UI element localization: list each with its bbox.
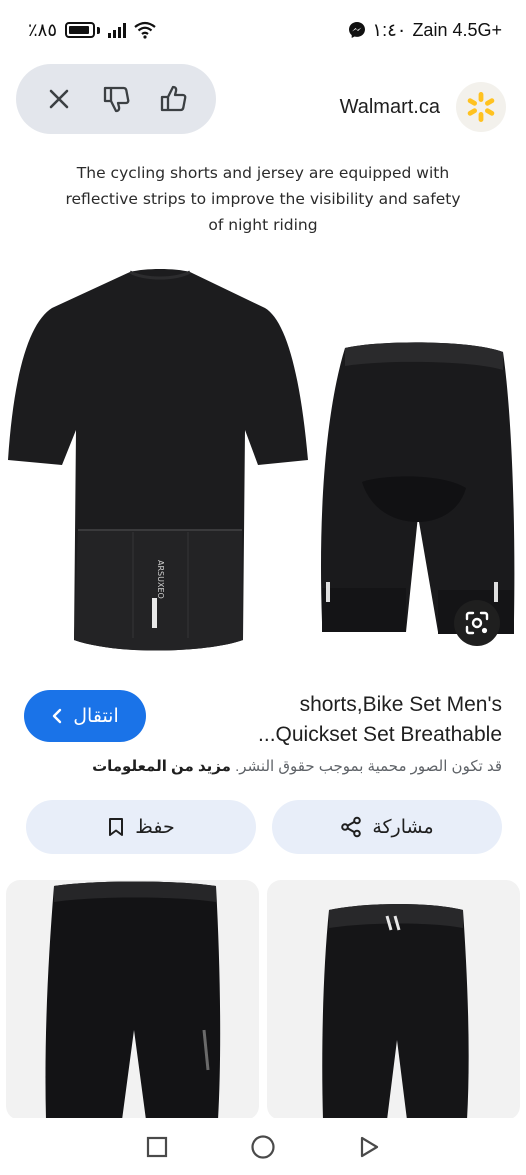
copyright-notice: قد تكون الصور محمية بموجب حقوق النشر. مز… bbox=[24, 757, 502, 775]
title-line-1: shorts,Bike Set Men's bbox=[299, 693, 502, 716]
share-label: مشاركة bbox=[372, 816, 434, 838]
signal-icon bbox=[108, 22, 127, 38]
carrier: Zain 4.5G+ bbox=[412, 19, 502, 40]
clock: ١:٤٠ bbox=[372, 19, 407, 40]
image-caption: The cycling shorts and jersey are equipp… bbox=[65, 164, 461, 234]
square-nav-icon[interactable] bbox=[146, 1136, 168, 1158]
product-title[interactable]: shorts,Bike Set Men's ...Quickset Set Br… bbox=[172, 690, 502, 750]
close-button[interactable] bbox=[43, 83, 75, 115]
lens-search-icon bbox=[465, 611, 489, 635]
source-site[interactable]: Walmart.ca bbox=[340, 82, 506, 132]
status-right: ١:٤٠ Zain 4.5G+ bbox=[348, 20, 502, 41]
save-button[interactable]: حفظ bbox=[26, 800, 256, 854]
save-label: حفظ bbox=[135, 816, 175, 838]
shorts-graphic bbox=[320, 342, 515, 634]
related-shorts-graphic-1 bbox=[45, 881, 221, 1120]
status-bar: ٪٨٥ ١:٤٠ Zain 4.5G+ bbox=[0, 0, 526, 60]
battery-tip bbox=[97, 26, 101, 34]
more-info-link[interactable]: مزيد من المعلومات bbox=[92, 758, 231, 775]
title-line-2: ...Quickset Set Breathable bbox=[258, 723, 502, 746]
product-image[interactable]: ARSUXEO bbox=[0, 260, 526, 670]
triangle-nav-icon[interactable] bbox=[358, 1136, 380, 1158]
share-button[interactable]: مشاركة bbox=[272, 800, 502, 854]
battery-icon bbox=[65, 22, 96, 38]
jersey-graphic: ARSUXEO bbox=[8, 269, 308, 651]
close-icon bbox=[49, 89, 68, 109]
source-name: Walmart.ca bbox=[339, 95, 440, 118]
jersey-brand-print: ARSUXEO bbox=[156, 560, 165, 599]
feedback-pill bbox=[16, 64, 216, 134]
related-image-1[interactable] bbox=[6, 880, 259, 1120]
related-shorts-graphic-2 bbox=[322, 904, 469, 1120]
system-nav-bar bbox=[0, 1118, 526, 1175]
circle-nav-icon[interactable] bbox=[250, 1134, 276, 1160]
visit-label: انتقال bbox=[73, 705, 119, 727]
status-left: ٪٨٥ bbox=[28, 20, 156, 41]
thumbs-down-icon bbox=[103, 86, 130, 113]
chevron-left-icon bbox=[53, 708, 62, 724]
bookmark-icon bbox=[109, 818, 124, 836]
thumbs-up-button[interactable] bbox=[157, 83, 189, 115]
walmart-spark-icon bbox=[467, 92, 495, 122]
battery-percent: ٪٨٥ bbox=[28, 19, 58, 40]
thumbs-up-icon bbox=[161, 85, 187, 112]
thumbs-down-button[interactable] bbox=[100, 83, 132, 115]
notice-text: قد تكون الصور محمية بموجب حقوق النشر. bbox=[235, 758, 502, 775]
wifi-icon bbox=[134, 21, 156, 39]
share-icon bbox=[341, 816, 362, 838]
source-logo bbox=[456, 82, 506, 132]
related-image-2[interactable] bbox=[267, 880, 520, 1120]
visit-button[interactable]: انتقال bbox=[24, 690, 146, 742]
messenger-icon bbox=[349, 22, 366, 38]
lens-search-button[interactable] bbox=[454, 600, 500, 646]
